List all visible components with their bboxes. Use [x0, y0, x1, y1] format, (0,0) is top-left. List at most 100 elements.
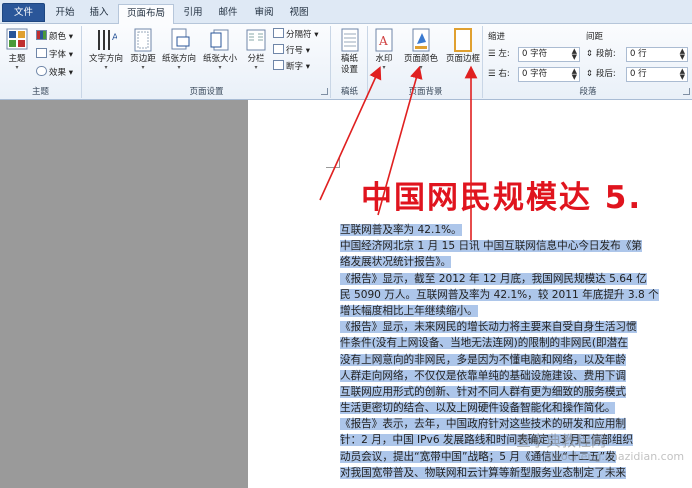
document-line-text: 对我国宽带普及、物联网和云计算等新型服务业态制定了未来 — [340, 466, 627, 479]
chevron-down-icon: ▾ — [141, 64, 145, 71]
fonts-icon — [36, 48, 47, 58]
document-line-text: 《报告》显示，截至 2012 年 12 月底，我国网民规模达 5.64 亿 — [340, 272, 647, 285]
spacing-after-icon: ⇕ — [586, 69, 596, 79]
text-direction-icon: A — [95, 28, 119, 52]
page-borders-button[interactable]: 页面边框 — [443, 28, 483, 80]
document-line-text: 没有上网意向的非网民，多是因为不懂电脑和网络，以及年龄 — [340, 353, 627, 366]
watermark-icon: A — [373, 28, 395, 52]
document-line-text: 人群走向网络，不仅仅是依靠单纯的基础设施建设、费用下调 — [340, 369, 627, 382]
document-line-text: 《报告》显示，未来网民的增长动力将主要来自受自身生活习惯 — [340, 321, 637, 334]
colors-icon — [36, 30, 47, 40]
page-setup-launcher-icon[interactable] — [321, 88, 328, 95]
document-line[interactable]: 《报告》显示，未来网民的增长动力将主要来自受自身生活习惯 — [340, 319, 692, 335]
document-line-text: 互联网应用形式的创新、针对不同人群有更为细致的服务模式 — [340, 385, 627, 398]
page-color-button[interactable]: 页面颜色 ▾ — [399, 28, 443, 80]
spacing-before-label: ⇕ 段前: — [586, 49, 616, 59]
fonts-button[interactable]: 字体 ▾ — [36, 48, 73, 62]
text-direction-button[interactable]: A 文字方向 ▾ — [85, 28, 127, 80]
tab-review[interactable]: 审阅 — [249, 4, 279, 24]
document-line[interactable]: 件条件(没有上网设备、当地无法连网)的限制的非网民(即潜在 — [340, 335, 692, 351]
tab-view[interactable]: 视图 — [284, 4, 314, 24]
spacing-after-input[interactable]: 0 行 ▲ ▼ — [626, 67, 688, 82]
chevron-down-icon: ▾ — [382, 64, 386, 71]
spin-arrows-icon[interactable]: ▲ ▼ — [572, 68, 577, 81]
breaks-icon — [273, 28, 284, 38]
line-numbers-button[interactable]: 行号 ▾ — [273, 44, 310, 58]
hyphenation-button[interactable]: 断字 ▾ — [273, 60, 310, 74]
fonts-label: 字体 — [49, 50, 67, 60]
orientation-icon — [168, 28, 190, 52]
indent-right-label: ☰ 右: — [488, 69, 510, 79]
indent-header: 缩进 — [488, 32, 506, 42]
document-line[interactable]: 人群走向网络，不仅仅是依靠单纯的基础设施建设、费用下调 — [340, 368, 692, 384]
margin-corner-mark — [326, 156, 340, 168]
manuscript-label-1: 稿纸 — [340, 54, 358, 64]
indent-left-input[interactable]: 0 字符 ▲ ▼ — [518, 47, 580, 62]
document-line[interactable]: 《报告》显示，截至 2012 年 12 月底，我国网民规模达 5.64 亿 — [340, 271, 692, 287]
theme-icon — [6, 28, 28, 52]
page-size-icon — [209, 28, 231, 52]
spin-arrows-icon[interactable]: ▲ ▼ — [680, 68, 685, 81]
document-line[interactable]: 没有上网意向的非网民，多是因为不懂电脑和网络，以及年龄 — [340, 352, 692, 368]
tab-mailings[interactable]: 邮件 — [213, 4, 243, 24]
columns-icon — [245, 28, 267, 52]
breaks-label: 分隔符 — [286, 30, 312, 40]
chevron-down-icon: ▾ — [419, 64, 423, 71]
colors-button[interactable]: 颜色 ▾ — [36, 30, 73, 44]
page-background-group-label: 页面背景 — [408, 87, 443, 97]
document-title[interactable]: 中国网民规模达 5. — [361, 172, 692, 217]
document-line[interactable]: 互联网应用形式的创新、针对不同人群有更为细致的服务模式 — [340, 384, 692, 400]
svg-text:A: A — [112, 33, 117, 43]
page-setup-group-label: 页面设置 — [189, 87, 224, 97]
document-line[interactable]: 互联网普及率为 42.1%。 — [340, 222, 692, 238]
chevron-down-icon: ▾ — [218, 64, 222, 71]
document-line[interactable]: 民 5090 万人。互联网普及率为 42.1%，较 2011 年底提升 3.8 … — [340, 287, 692, 303]
columns-button[interactable]: 分栏 ▾ — [242, 28, 270, 80]
watermark-button[interactable]: A 水印 ▾ — [369, 28, 399, 80]
colors-label: 颜色 — [49, 32, 67, 42]
tab-file[interactable]: 文件 — [2, 3, 45, 22]
hyphenation-icon — [273, 60, 284, 70]
indent-left-label: ☰ 左: — [488, 49, 510, 59]
document-line-text: 互联网普及率为 42.1%。 — [340, 224, 462, 236]
spacing-header: 间距 — [586, 32, 604, 42]
margins-button[interactable]: 页边距 ▾ — [127, 28, 159, 80]
page-background-group: A 水印 ▾ 页面颜色 ▾ 页面边框 页面背景 — [369, 26, 483, 98]
orientation-button[interactable]: 纸张方向 ▾ — [160, 28, 198, 80]
breaks-button[interactable]: 分隔符 ▾ — [273, 28, 318, 42]
tab-insert[interactable]: 插入 — [84, 4, 114, 24]
tab-references[interactable]: 引用 — [178, 4, 208, 24]
effects-button[interactable]: 效果 ▾ — [36, 66, 73, 80]
size-button[interactable]: 纸张大小 ▾ — [200, 28, 240, 80]
spacing-before-input[interactable]: 0 行 ▲ ▼ — [626, 47, 688, 62]
document-line[interactable]: 生活更密切的结合、以及上网硬件设备智能化和操作简化。 — [340, 400, 692, 416]
document-page[interactable]: 中国网民规模达 5. 互联网普及率为 42.1%。中国经济网北京 1 月 15 … — [248, 100, 692, 488]
manuscript-group-label: 稿纸 — [340, 87, 358, 97]
line-numbers-label: 行号 — [286, 46, 304, 56]
indent-right-icon: ☰ — [488, 69, 499, 79]
paragraph-group: 缩进 间距 ☰ 左: 0 字符 ▲ ▼ ☰ 右: 0 字符 ▲ ▼ ⇕ 段前: 0 行 ▲… — [484, 26, 692, 98]
document-line-text: 增长幅度相比上年继续缩小。 — [340, 304, 478, 317]
paragraph-launcher-icon[interactable] — [683, 88, 690, 95]
document-line[interactable]: 对我国宽带普及、物联网和云计算等新型服务业态制定了未来 — [340, 465, 692, 481]
theme-button[interactable]: 主题 ▾ — [2, 28, 32, 80]
tab-home[interactable]: 开始 — [50, 4, 80, 24]
spin-arrows-icon[interactable]: ▲ ▼ — [680, 48, 685, 61]
indent-right-input[interactable]: 0 字符 ▲ ▼ — [518, 67, 580, 82]
manuscript-settings-button[interactable]: 稿纸 设置 — [332, 28, 367, 80]
spin-arrows-icon[interactable]: ▲ ▼ — [572, 48, 577, 61]
document-line[interactable]: 络发展状况统计报告》。 — [340, 254, 692, 270]
chevron-down-icon: ▾ — [15, 64, 19, 71]
document-line[interactable]: 中国经济网北京 1 月 15 日讯 中国互联网信息中心今日发布《第 — [340, 238, 692, 254]
document-line[interactable]: 增长幅度相比上年继续缩小。 — [340, 303, 692, 319]
tab-page-layout[interactable]: 页面布局 — [118, 4, 174, 25]
word-window: 文件 开始 插入 页面布局 引用 邮件 审阅 视图 主题 ▾ 颜色 ▾ 字体 ▾… — [0, 0, 692, 488]
paragraph-group-label: 段落 — [579, 87, 597, 97]
watermark-url: jiaocheng.chazidian.com — [548, 450, 685, 463]
page-setup-group: A 文字方向 ▾ 页边距 ▾ 纸张方向 ▾ 纸张大小 ▾ 分栏 ▾ 分隔符 ▾ … — [83, 26, 331, 98]
document-line-text: 生活更密切的结合、以及上网硬件设备智能化和操作简化。 — [340, 402, 616, 415]
effects-label: 效果 — [49, 68, 67, 78]
chevron-down-icon: ▾ — [177, 64, 181, 71]
manuscript-label-2: 设置 — [340, 65, 358, 75]
spacing-before-icon: ⇕ — [586, 49, 596, 59]
